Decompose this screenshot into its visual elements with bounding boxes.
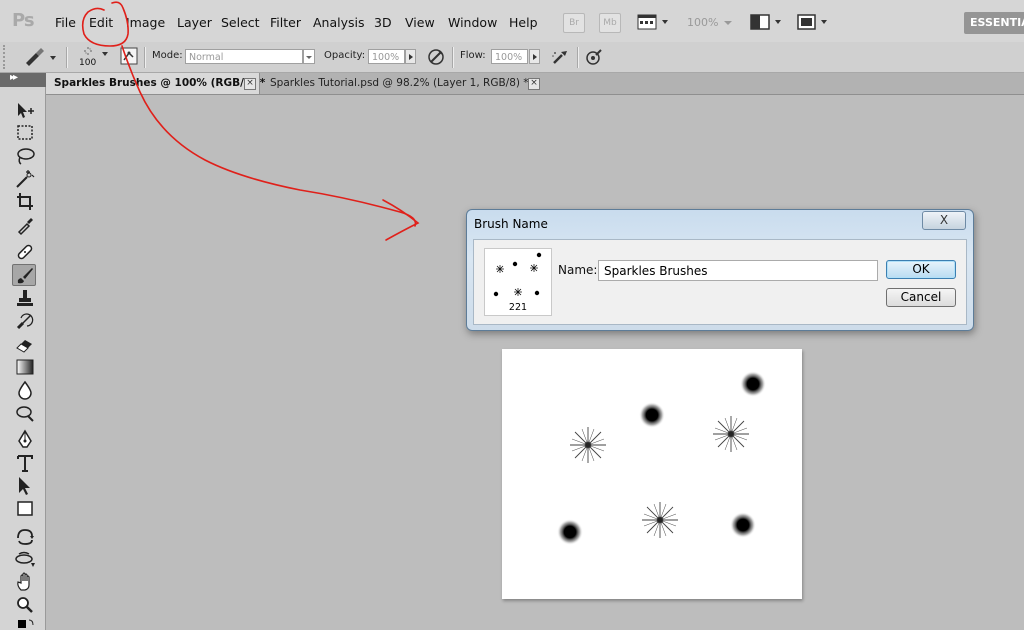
zoom-tool-icon[interactable]: [13, 594, 37, 616]
brush-preview: 221: [484, 248, 552, 316]
arrange-documents-icon[interactable]: [749, 12, 785, 32]
opacity-label: Opacity:: [324, 50, 366, 61]
bridge-button[interactable]: Br: [563, 13, 585, 33]
zoom-level[interactable]: 100%: [687, 16, 718, 29]
opacity-field[interactable]: 100%: [368, 49, 405, 64]
brush-picker[interactable]: 100: [76, 44, 116, 70]
document-canvas[interactable]: [502, 349, 802, 599]
mode-label: Mode:: [152, 50, 183, 61]
tab-sparkles-brushes[interactable]: Sparkles Brushes @ 100% (RGB/8) * ×: [46, 73, 265, 94]
menu-image[interactable]: Image: [126, 15, 165, 30]
flow-field[interactable]: 100%: [491, 49, 528, 64]
close-icon[interactable]: X: [922, 211, 966, 230]
brush-size-label: 221: [508, 302, 528, 313]
brush-tool-preset-icon[interactable]: [22, 46, 60, 71]
menu-filter[interactable]: Filter: [270, 15, 301, 30]
menu-select[interactable]: Select: [221, 15, 260, 30]
3d-rotate-icon[interactable]: [13, 525, 37, 547]
eyedropper-icon[interactable]: [13, 214, 37, 236]
healing-brush-icon[interactable]: [13, 241, 37, 263]
tools-panel: [0, 87, 46, 630]
tab-label: Sparkles Brushes @ 100% (RGB/8) *: [54, 77, 266, 89]
history-brush-icon[interactable]: [13, 310, 37, 332]
screen-mode-icon[interactable]: [795, 12, 831, 32]
blur-icon[interactable]: [13, 379, 37, 401]
color-swatches-icon[interactable]: [13, 617, 37, 630]
eraser-icon[interactable]: [13, 333, 37, 355]
document-tabs: Sparkles Brushes @ 100% (RGB/8) * × Spar…: [46, 73, 1024, 95]
brush-size-value: 100: [79, 58, 97, 68]
gradient-icon[interactable]: [13, 356, 37, 378]
marquee-tool-icon[interactable]: [13, 122, 37, 144]
airbrush-icon[interactable]: [550, 47, 570, 70]
move-tool-icon[interactable]: [13, 100, 37, 122]
tab-label: Sparkles Tutorial.psd @ 98.2% (Layer 1, …: [270, 77, 529, 89]
app-logo: Ps: [12, 10, 35, 31]
tablet-pressure-size-icon[interactable]: [584, 47, 604, 70]
magic-wand-icon[interactable]: [13, 168, 37, 190]
mini-bridge-button[interactable]: Mb: [599, 13, 621, 33]
extras-icon[interactable]: [636, 12, 672, 32]
workspace-switcher[interactable]: ESSENTIALS: [964, 12, 1024, 34]
name-label: Name:: [558, 263, 598, 277]
photoshop-window: Ps File Edit Image Layer Select Filter A…: [0, 0, 1024, 630]
dodge-icon[interactable]: [13, 402, 37, 424]
menu-3d[interactable]: 3D: [374, 15, 392, 30]
clone-stamp-icon[interactable]: [13, 287, 37, 309]
sparkles-artwork: [557, 371, 766, 545]
crop-tool-icon[interactable]: [13, 191, 37, 213]
tablet-pressure-opacity-icon[interactable]: [426, 47, 446, 70]
pen-tool-icon[interactable]: [13, 429, 37, 451]
dialog-body: 221 Name: OK Cancel: [473, 239, 967, 325]
brush-panel-toggle-icon[interactable]: [120, 47, 138, 68]
opacity-slider-arrow-icon[interactable]: [405, 49, 416, 64]
cancel-button[interactable]: Cancel: [886, 288, 956, 307]
hand-tool-icon[interactable]: [13, 571, 37, 593]
type-tool-icon[interactable]: [13, 452, 37, 474]
tools-panel-header[interactable]: ▸▸: [0, 72, 46, 87]
ok-button[interactable]: OK: [886, 260, 956, 279]
close-icon[interactable]: ×: [244, 78, 256, 90]
flow-slider-arrow-icon[interactable]: [529, 49, 540, 64]
brush-tip-icon: [84, 47, 108, 56]
menu-file[interactable]: File: [55, 15, 76, 30]
brush-name-dialog: Brush Name X 221 Name: OK Cancel: [466, 209, 974, 331]
mode-dropdown-icon[interactable]: [303, 49, 315, 64]
options-bar: 100 Mode: Normal Opacity: 100% Flow: 100…: [0, 42, 1024, 73]
shape-tool-icon[interactable]: [13, 498, 37, 520]
menu-view[interactable]: View: [405, 15, 435, 30]
brush-thumbnail-icon: [493, 252, 542, 297]
close-icon[interactable]: ×: [528, 78, 540, 90]
menu-edit[interactable]: Edit: [89, 15, 113, 30]
mode-select[interactable]: Normal: [185, 49, 303, 64]
path-selection-icon[interactable]: [13, 475, 37, 497]
brush-name-input[interactable]: [598, 260, 878, 281]
menu-layer[interactable]: Layer: [177, 15, 212, 30]
menu-bar: Ps File Edit Image Layer Select Filter A…: [0, 0, 1024, 43]
menu-window[interactable]: Window: [448, 15, 497, 30]
menu-help[interactable]: Help: [509, 15, 538, 30]
3d-orbit-icon[interactable]: [13, 548, 37, 570]
menu-analysis[interactable]: Analysis: [313, 15, 365, 30]
tab-sparkles-tutorial[interactable]: Sparkles Tutorial.psd @ 98.2% (Layer 1, …: [262, 73, 544, 94]
brush-tool-icon[interactable]: [12, 264, 36, 286]
options-grip[interactable]: [3, 45, 11, 69]
dialog-title: Brush Name: [474, 217, 548, 231]
zoom-dropdown-icon[interactable]: [722, 12, 734, 32]
lasso-tool-icon[interactable]: [13, 145, 37, 167]
collapse-panel-icon[interactable]: ▸▸: [10, 72, 18, 83]
flow-label: Flow:: [460, 50, 486, 61]
